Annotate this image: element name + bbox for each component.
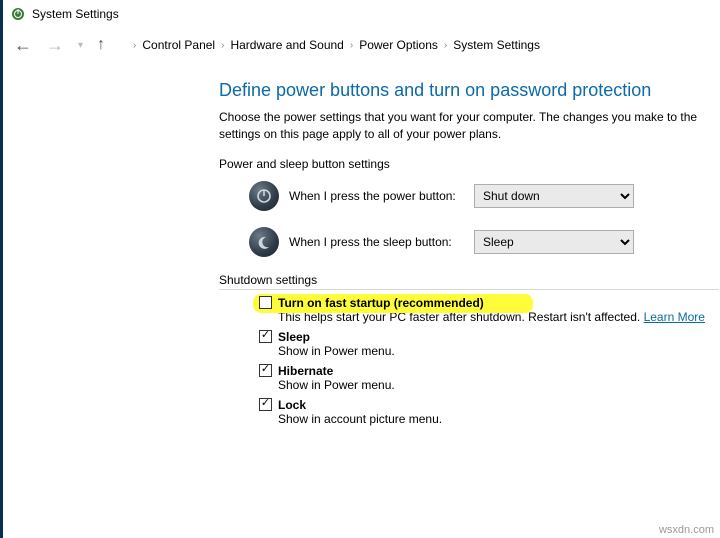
hibernate-row: Hibernate Show in Power menu. [259, 364, 720, 392]
page-description: Choose the power settings that you want … [219, 109, 720, 143]
window-title: System Settings [32, 7, 119, 21]
sleep-row: Sleep Show in Power menu. [259, 330, 720, 358]
back-button[interactable]: ← [10, 33, 36, 58]
crumb-control-panel[interactable]: Control Panel [142, 38, 215, 52]
chevron-right-icon: › [221, 40, 224, 51]
power-icon [249, 181, 279, 211]
sleep-desc: Show in Power menu. [278, 344, 720, 358]
sleep-checkbox[interactable] [259, 330, 272, 343]
breadcrumb: › Control Panel › Hardware and Sound › P… [131, 38, 540, 52]
moon-icon [249, 227, 279, 257]
forward-button[interactable]: → [42, 33, 68, 58]
page-title: Define power buttons and turn on passwor… [219, 80, 720, 101]
chevron-right-icon: › [133, 40, 136, 51]
hibernate-label: Hibernate [278, 364, 333, 378]
fast-startup-checkbox[interactable] [259, 296, 272, 309]
navbar: ← → ▾ ↑ › Control Panel › Hardware and S… [0, 28, 720, 62]
up-button[interactable]: ↑ [93, 34, 109, 56]
lock-row: Lock Show in account picture menu. [259, 398, 720, 426]
crumb-hardware-sound[interactable]: Hardware and Sound [230, 38, 343, 52]
lock-checkbox[interactable] [259, 398, 272, 411]
section-shutdown-settings: Shutdown settings [219, 273, 719, 290]
power-button-action-select[interactable]: Shut down [474, 184, 634, 208]
power-button-label: When I press the power button: [289, 189, 464, 203]
fast-startup-label: Turn on fast startup (recommended) [278, 296, 484, 310]
hibernate-desc: Show in Power menu. [278, 378, 720, 392]
sleep-button-row: When I press the sleep button: Sleep [249, 227, 720, 257]
power-button-row: When I press the power button: Shut down [249, 181, 720, 211]
lock-label: Lock [278, 398, 306, 412]
power-options-icon [10, 6, 26, 22]
chevron-right-icon: › [350, 40, 353, 51]
hibernate-checkbox[interactable] [259, 364, 272, 377]
sleep-button-label: When I press the sleep button: [289, 235, 464, 249]
section-power-sleep-buttons: Power and sleep button settings [219, 157, 720, 171]
recent-dropdown-icon[interactable]: ▾ [74, 38, 87, 53]
sleep-button-action-select[interactable]: Sleep [474, 230, 634, 254]
learn-more-link[interactable]: Learn More [644, 310, 705, 324]
lock-desc: Show in account picture menu. [278, 412, 720, 426]
fast-startup-row: Turn on fast startup (recommended) This … [259, 296, 720, 324]
chevron-right-icon: › [444, 40, 447, 51]
titlebar: System Settings [0, 0, 720, 28]
watermark: wsxdn.com [659, 524, 714, 536]
sleep-label: Sleep [278, 330, 310, 344]
crumb-power-options[interactable]: Power Options [359, 38, 438, 52]
crumb-system-settings[interactable]: System Settings [453, 38, 540, 52]
